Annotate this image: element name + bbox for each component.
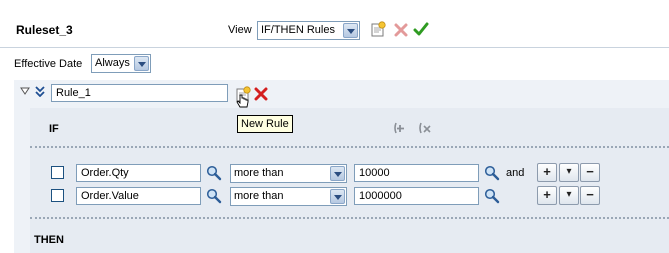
condition-checkbox[interactable]: [51, 166, 64, 179]
condition-field-input[interactable]: Order.Qty: [76, 164, 201, 182]
chevron-down-icon: [330, 189, 345, 204]
then-divider: [30, 217, 669, 219]
effective-date-value: Always: [95, 57, 130, 69]
search-icon[interactable]: [206, 165, 222, 181]
hand-cursor-icon: [236, 94, 249, 108]
effective-date-label: Effective Date: [14, 58, 83, 70]
condition-field-input[interactable]: Order.Value: [76, 187, 201, 205]
add-test-icon[interactable]: [393, 120, 409, 136]
collapse-triangle-icon[interactable]: [20, 86, 30, 96]
ruleset-title: Ruleset_3: [16, 23, 73, 37]
chevron-down-icon: [343, 23, 358, 38]
header-divider: [0, 47, 669, 48]
if-divider: [30, 146, 669, 148]
remove-condition-button[interactable]: −: [580, 163, 600, 182]
delete-icon[interactable]: [253, 86, 269, 102]
condition-menu-button[interactable]: ▾: [559, 186, 579, 205]
add-condition-button[interactable]: +: [537, 186, 557, 205]
rule-name-input[interactable]: Rule_1: [51, 84, 228, 102]
chevron-down-icon: [134, 56, 149, 71]
search-icon[interactable]: [484, 188, 500, 204]
condition-operator-value: more than: [234, 190, 284, 202]
condition-operator-select[interactable]: more than: [230, 187, 347, 206]
condition-value-input[interactable]: 10000: [354, 164, 479, 182]
view-label: View: [228, 24, 252, 36]
condition-operator-value: more than: [234, 167, 284, 179]
condition-checkbox[interactable]: [51, 189, 64, 202]
then-label: THEN: [34, 234, 64, 246]
view-select[interactable]: IF/THEN Rules: [257, 21, 360, 40]
delete-icon[interactable]: [393, 22, 409, 38]
double-chevron-icon[interactable]: [35, 86, 45, 97]
effective-date-select[interactable]: Always: [91, 54, 151, 73]
new-rule-icon[interactable]: [370, 21, 386, 37]
condition-operator-select[interactable]: more than: [230, 164, 347, 183]
search-icon[interactable]: [206, 188, 222, 204]
view-select-value: IF/THEN Rules: [261, 24, 335, 36]
if-label: IF: [49, 123, 59, 135]
remove-condition-button[interactable]: −: [580, 186, 600, 205]
condition-value-input[interactable]: 1000000: [354, 187, 479, 205]
tooltip: New Rule: [237, 115, 293, 133]
validate-icon[interactable]: [413, 21, 429, 37]
remove-test-icon[interactable]: [418, 120, 434, 136]
condition-menu-button[interactable]: ▾: [559, 163, 579, 182]
search-icon[interactable]: [484, 165, 500, 181]
condition-connector[interactable]: and: [506, 167, 524, 179]
add-condition-button[interactable]: +: [537, 163, 557, 182]
chevron-down-icon: [330, 166, 345, 181]
